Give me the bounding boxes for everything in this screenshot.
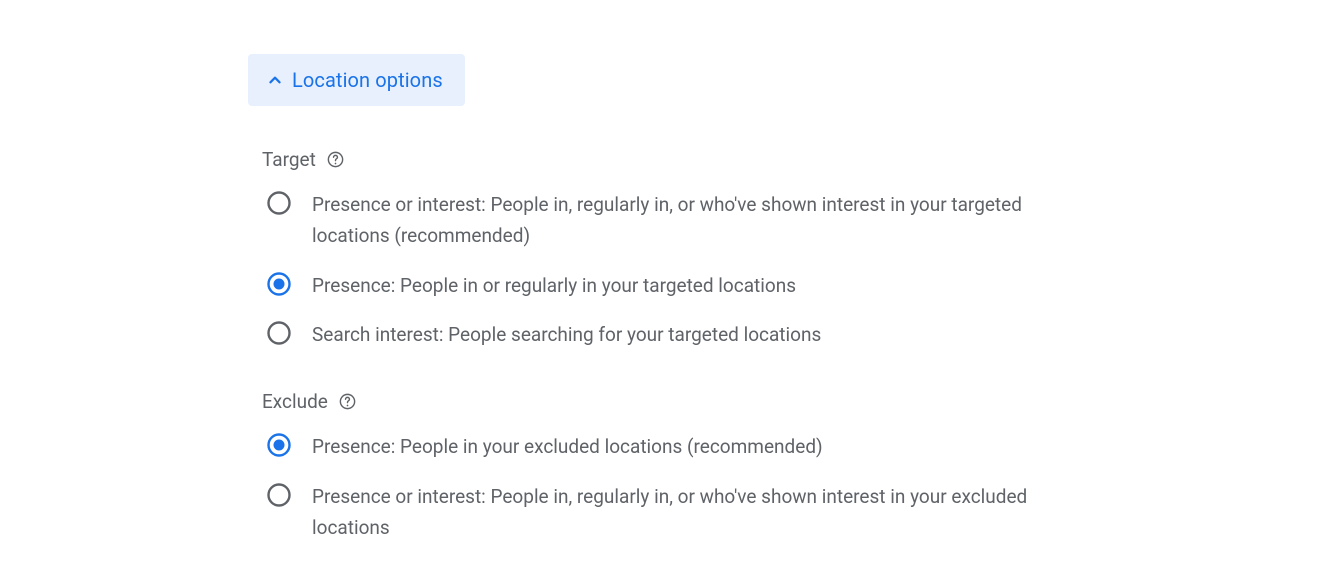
option-label: Presence: People in your excluded locati… bbox=[312, 431, 823, 462]
expander-label: Location options bbox=[292, 68, 443, 92]
target-option-presence[interactable]: Presence: People in or regularly in your… bbox=[266, 270, 1108, 301]
option-label: Presence or interest: People in, regular… bbox=[312, 189, 1072, 252]
radio-selected-icon bbox=[266, 432, 292, 458]
location-options-expander[interactable]: Location options bbox=[248, 54, 465, 106]
option-label: Presence or interest: People in, regular… bbox=[312, 481, 1072, 544]
help-icon[interactable] bbox=[338, 392, 357, 411]
exclude-option-presence-or-interest[interactable]: Presence or interest: People in, regular… bbox=[266, 481, 1108, 544]
radio-unselected-icon bbox=[266, 320, 292, 346]
option-label: Presence: People in or regularly in your… bbox=[312, 270, 796, 301]
option-label: Search interest: People searching for yo… bbox=[312, 319, 821, 350]
exclude-section-header: Exclude bbox=[262, 390, 1108, 413]
exclude-option-presence[interactable]: Presence: People in your excluded locati… bbox=[266, 431, 1108, 462]
target-section-header: Target bbox=[262, 148, 1108, 171]
target-option-presence-or-interest[interactable]: Presence or interest: People in, regular… bbox=[266, 189, 1108, 252]
target-option-search-interest[interactable]: Search interest: People searching for yo… bbox=[266, 319, 1108, 350]
radio-selected-icon bbox=[266, 271, 292, 297]
chevron-up-icon bbox=[264, 69, 286, 91]
radio-unselected-icon bbox=[266, 482, 292, 508]
radio-unselected-icon bbox=[266, 190, 292, 216]
target-title: Target bbox=[262, 148, 316, 171]
help-icon[interactable] bbox=[326, 150, 345, 169]
exclude-title: Exclude bbox=[262, 390, 328, 413]
